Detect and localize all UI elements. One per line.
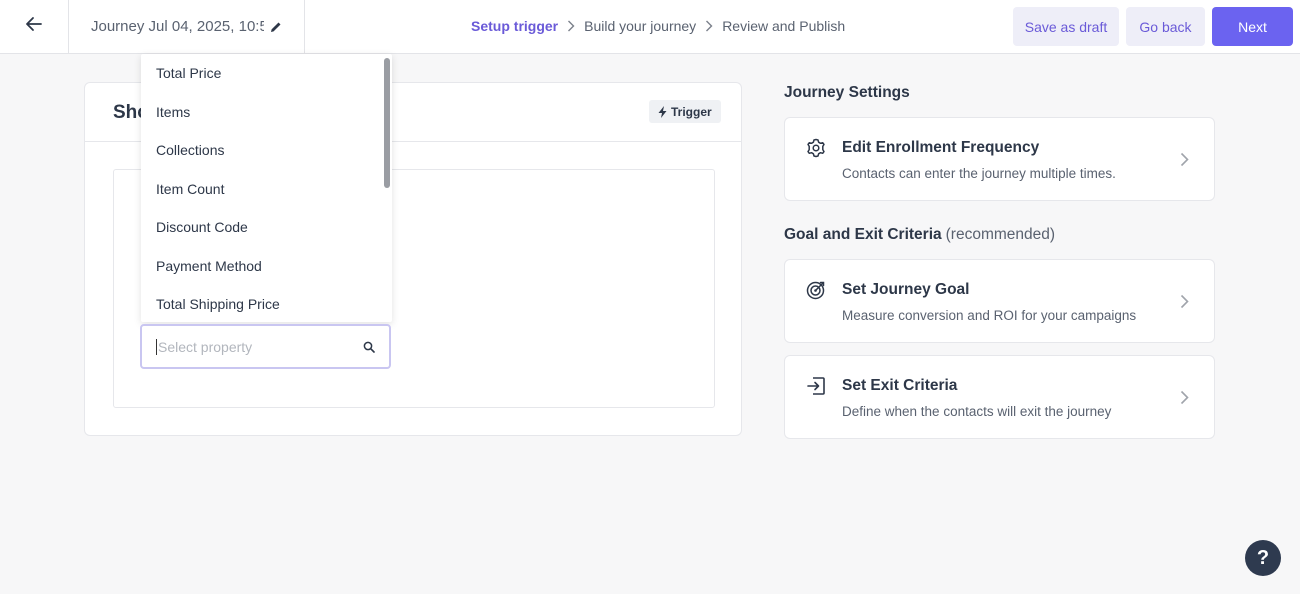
select-property-input[interactable] bbox=[156, 338, 346, 355]
target-icon bbox=[806, 280, 826, 300]
dropdown-item-items[interactable]: Items bbox=[141, 93, 392, 132]
journey-settings-heading: Journey Settings bbox=[784, 84, 910, 101]
step-build-journey[interactable]: Build your journey bbox=[584, 18, 696, 34]
stepper: Setup trigger Build your journey Review … bbox=[471, 18, 845, 34]
dropdown-item-discount-code[interactable]: Discount Code bbox=[141, 208, 392, 247]
journey-goal-title: Set Journey Goal bbox=[842, 281, 970, 298]
go-back-button[interactable]: Go back bbox=[1126, 7, 1205, 46]
exit-icon bbox=[806, 376, 826, 396]
dropdown-scrollbar[interactable] bbox=[384, 58, 390, 188]
chevron-right-icon bbox=[705, 20, 713, 32]
journey-title[interactable]: Journey Jul 04, 2025, 10:55 bbox=[70, 0, 305, 53]
enrollment-frequency-card[interactable]: Edit Enrollment Frequency Contacts can e… bbox=[784, 117, 1215, 201]
enrollment-frequency-description: Contacts can enter the journey multiple … bbox=[842, 166, 1116, 181]
property-dropdown: Total Price Items Collections Item Count… bbox=[141, 54, 392, 322]
pencil-icon[interactable] bbox=[270, 21, 282, 33]
exit-criteria-description: Define when the contacts will exit the j… bbox=[842, 404, 1112, 419]
gear-icon bbox=[806, 138, 826, 158]
dropdown-item-total-shipping-price[interactable]: Total Shipping Price bbox=[141, 285, 392, 322]
trigger-badge: Trigger bbox=[649, 100, 721, 123]
help-button[interactable]: ? bbox=[1245, 540, 1281, 576]
journey-title-text: Journey Jul 04, 2025, 10:55 bbox=[91, 18, 264, 35]
chevron-right-icon bbox=[1180, 294, 1189, 309]
save-draft-button[interactable]: Save as draft bbox=[1013, 7, 1119, 46]
chevron-right-icon bbox=[1180, 390, 1189, 405]
step-setup-trigger[interactable]: Setup trigger bbox=[471, 18, 558, 34]
goal-exit-heading-note: (recommended) bbox=[945, 226, 1056, 243]
journey-goal-card[interactable]: Set Journey Goal Measure conversion and … bbox=[784, 259, 1215, 343]
back-button[interactable] bbox=[0, 0, 69, 53]
goal-exit-heading-text: Goal and Exit Criteria bbox=[784, 226, 942, 243]
exit-criteria-title: Set Exit Criteria bbox=[842, 377, 958, 394]
chevron-right-icon bbox=[1180, 152, 1189, 167]
dropdown-item-collections[interactable]: Collections bbox=[141, 131, 392, 170]
dropdown-item-total-price[interactable]: Total Price bbox=[141, 54, 392, 93]
dropdown-item-payment-method[interactable]: Payment Method bbox=[141, 247, 392, 286]
search-icon bbox=[363, 341, 375, 353]
select-property-field[interactable] bbox=[140, 324, 391, 369]
dropdown-item-item-count[interactable]: Item Count bbox=[141, 170, 392, 209]
bolt-icon bbox=[658, 105, 667, 118]
step-review-publish[interactable]: Review and Publish bbox=[722, 18, 845, 34]
arrow-left-icon bbox=[25, 16, 43, 37]
journey-goal-description: Measure conversion and ROI for your camp… bbox=[842, 308, 1137, 323]
chevron-right-icon bbox=[567, 20, 575, 32]
enrollment-frequency-title: Edit Enrollment Frequency bbox=[842, 139, 1040, 156]
next-button[interactable]: Next bbox=[1212, 7, 1293, 46]
exit-criteria-card[interactable]: Set Exit Criteria Define when the contac… bbox=[784, 355, 1215, 439]
top-header: Journey Jul 04, 2025, 10:55 Setup trigge… bbox=[0, 0, 1300, 54]
trigger-badge-label: Trigger bbox=[671, 104, 712, 119]
goal-exit-heading: Goal and Exit Criteria (recommended) bbox=[784, 226, 1055, 244]
